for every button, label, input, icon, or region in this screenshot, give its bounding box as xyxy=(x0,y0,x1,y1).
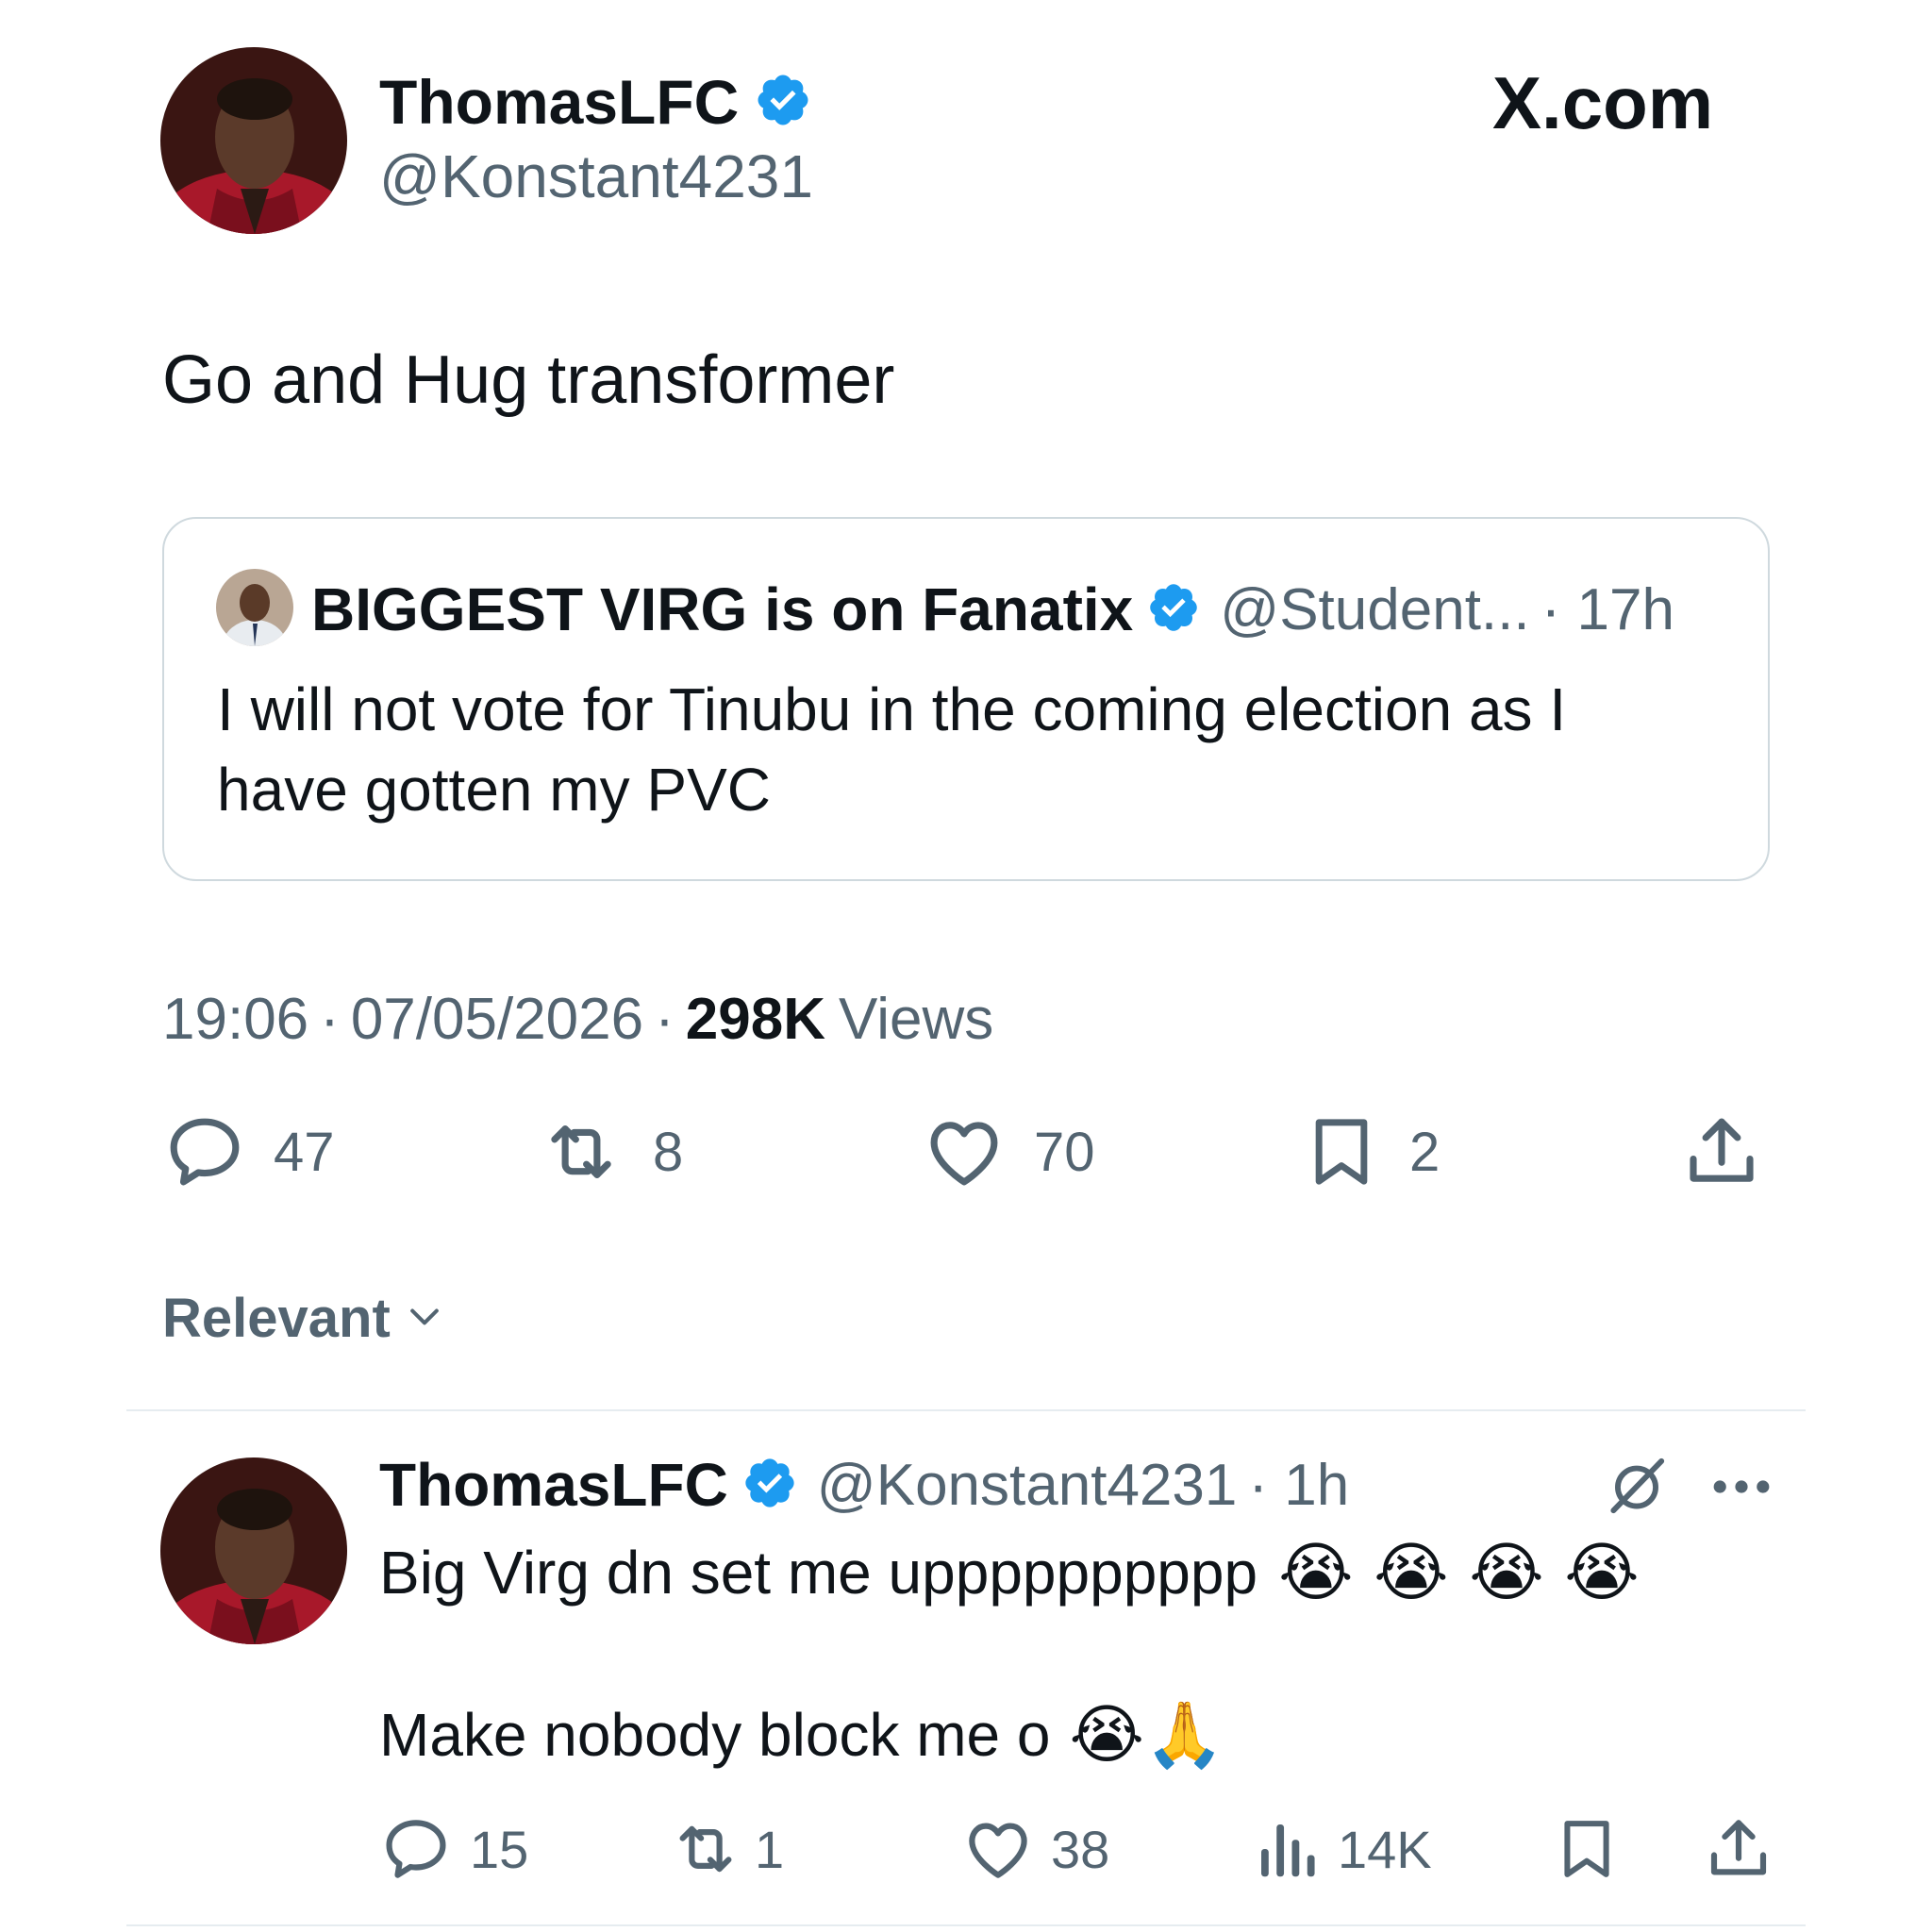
bookmark-icon xyxy=(1551,1812,1623,1886)
reply-display-name[interactable]: ThomasLFC xyxy=(379,1450,728,1520)
verified-badge-icon xyxy=(741,1455,798,1516)
reply-button[interactable]: 47 xyxy=(162,1109,335,1194)
tweet-text: Go and Hug transformer xyxy=(162,342,895,418)
tweet-date[interactable]: 07/05/2026 xyxy=(351,986,643,1053)
share-button[interactable] xyxy=(1679,1109,1764,1194)
verified-badge-icon xyxy=(754,71,812,134)
repost-count: 8 xyxy=(653,1121,684,1183)
quoted-text-line-1: I will not vote for Tinubu in the coming… xyxy=(217,675,1567,743)
like-icon xyxy=(921,1109,1008,1194)
repost-icon xyxy=(536,1109,626,1194)
reply-author-avatar[interactable] xyxy=(160,1457,347,1644)
chevron-down-icon xyxy=(404,1295,445,1341)
divider xyxy=(126,1924,1806,1926)
grok-icon[interactable] xyxy=(1602,1451,1672,1521)
repost-icon xyxy=(666,1812,745,1886)
repost-button[interactable]: 8 xyxy=(536,1109,683,1194)
reply-icon xyxy=(162,1109,247,1194)
reply-views-button[interactable]: 14K xyxy=(1255,1811,1432,1887)
reply-like-count: 38 xyxy=(1051,1819,1110,1879)
author-name-row: ThomasLFC xyxy=(379,64,812,140)
reply-reply-count: 15 xyxy=(470,1819,529,1879)
author-display-name[interactable]: ThomasLFC xyxy=(379,66,739,138)
quoted-author-avatar[interactable] xyxy=(216,569,293,646)
reply-count: 47 xyxy=(274,1121,335,1183)
reply-views-count: 14K xyxy=(1338,1819,1432,1879)
site-brand: X.com xyxy=(1492,61,1714,144)
reply-handle[interactable]: @Konstant4231 xyxy=(817,1452,1238,1519)
author-handle[interactable]: @Konstant4231 xyxy=(379,142,813,211)
views-label: Views xyxy=(839,986,994,1052)
meta-separator: · xyxy=(655,986,675,1052)
reply-reply-button[interactable]: 15 xyxy=(379,1811,528,1887)
views-count: 298K xyxy=(685,986,825,1052)
reply-bookmark-button[interactable] xyxy=(1551,1811,1623,1887)
crying-emoji-icon: 😭 😭 😭 😭 xyxy=(1278,1535,1640,1610)
quoted-time[interactable]: · 17h xyxy=(1541,576,1674,643)
reply-like-button[interactable]: 38 xyxy=(960,1811,1109,1887)
reply-text-line-1: Big Virg dn set me upppppppppp 😭 😭 😭 😭 xyxy=(379,1530,1640,1615)
meta-separator: · xyxy=(320,986,340,1052)
quoted-handle[interactable]: @Student... xyxy=(1220,576,1529,643)
bookmark-button[interactable]: 2 xyxy=(1300,1109,1440,1194)
share-icon xyxy=(1702,1812,1775,1886)
like-icon xyxy=(960,1812,1036,1886)
share-icon xyxy=(1679,1109,1764,1194)
sort-label: Relevant xyxy=(162,1287,391,1349)
like-count: 70 xyxy=(1034,1121,1095,1183)
divider xyxy=(126,1409,1806,1411)
reply-time[interactable]: · 1h xyxy=(1248,1452,1349,1519)
tweet-time[interactable]: 19:06 xyxy=(162,986,308,1053)
quoted-header-row: BIGGEST VIRG is on Fanatix @Student... ·… xyxy=(311,572,1674,647)
quoted-text-line-2: have gotten my PVC xyxy=(217,756,771,824)
views-icon xyxy=(1255,1812,1317,1886)
reply-share-button[interactable] xyxy=(1702,1811,1775,1887)
reply-text-line-2: Make nobody block me o 😭🙏 xyxy=(379,1692,1224,1777)
crying-praying-emoji-icon: 😭🙏 xyxy=(1069,1698,1224,1773)
sort-dropdown[interactable]: Relevant xyxy=(162,1285,445,1351)
bookmark-count: 2 xyxy=(1409,1121,1441,1183)
reply-icon xyxy=(379,1812,453,1886)
reply-header-row: ThomasLFC @Konstant4231 · 1h xyxy=(379,1447,1349,1523)
tweet-meta-row: 19:06 · 07/05/2026 · 298K Views xyxy=(162,981,993,1057)
like-button[interactable]: 70 xyxy=(921,1109,1095,1194)
author-avatar[interactable] xyxy=(160,47,347,234)
more-icon[interactable] xyxy=(1706,1460,1777,1513)
verified-badge-icon xyxy=(1146,580,1201,640)
reply-repost-button[interactable]: 1 xyxy=(666,1811,784,1887)
reply-text: Big Virg dn set me upppppppppp xyxy=(379,1539,1258,1607)
bookmark-icon xyxy=(1300,1109,1383,1194)
reply-text: Make nobody block me o xyxy=(379,1701,1051,1769)
quoted-display-name[interactable]: BIGGEST VIRG is on Fanatix xyxy=(311,575,1133,644)
reply-repost-count: 1 xyxy=(755,1819,785,1879)
